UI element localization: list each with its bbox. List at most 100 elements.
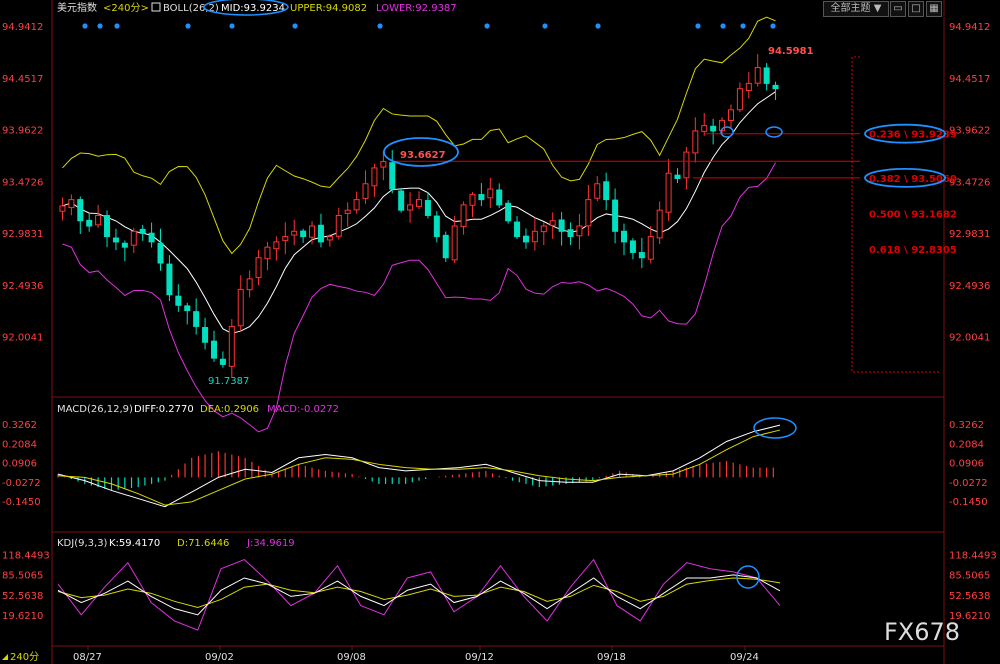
y-tick-label-right: 118.4493 — [949, 550, 997, 561]
x-tick-label: 09/02 — [205, 652, 234, 663]
candle-up — [59, 205, 66, 212]
candle-down — [603, 181, 610, 201]
candle-up — [665, 172, 672, 213]
minimize-icon[interactable]: ▭ — [890, 1, 906, 17]
candle-down — [193, 311, 200, 327]
candle-up — [416, 199, 422, 207]
x-tick-label: 09/08 — [337, 652, 366, 663]
y-tick-label-right: 94.4517 — [949, 74, 990, 85]
candle-down — [121, 242, 128, 248]
boll-lower-value: LOWER:92.9387 — [376, 3, 457, 14]
candle-down — [157, 242, 164, 264]
event-marker-icon — [720, 23, 726, 29]
event-marker-icon — [114, 23, 120, 29]
candle-up — [246, 278, 253, 291]
y-tick-label-right: 0.0906 — [949, 459, 984, 470]
candle-up — [745, 82, 752, 92]
svg-text:240分: 240分 — [10, 651, 39, 663]
x-tick-label: 09/24 — [730, 652, 759, 663]
y-tick-label-left: 93.9622 — [2, 126, 43, 137]
candle-down — [86, 219, 93, 227]
candle-up — [371, 167, 378, 187]
candle-up — [326, 236, 333, 241]
candle-down — [148, 232, 155, 243]
kdj-k-value: K:59.4170 — [109, 538, 160, 549]
candle-down — [621, 230, 628, 243]
candle-up — [576, 225, 583, 237]
macd-label: MACD(26,12,9) — [57, 404, 133, 415]
y-tick-label-left: 0.2084 — [2, 439, 37, 450]
candle-up — [647, 236, 654, 260]
y-tick-label-right: 0.2084 — [949, 439, 984, 450]
y-tick-label-left: 94.9412 — [2, 22, 43, 33]
candle-down — [77, 199, 84, 222]
event-marker-icon — [82, 23, 88, 29]
theme-dropdown[interactable]: 全部主题 ▼ — [823, 1, 889, 17]
candle-down — [317, 224, 324, 243]
maximize-icon[interactable]: □ — [908, 1, 924, 17]
y-tick-label-left: 94.4517 — [2, 74, 43, 85]
candle-down — [202, 327, 209, 343]
y-tick-label-left: 0.0906 — [2, 459, 37, 470]
candle-up — [549, 220, 556, 226]
event-marker-icon — [185, 23, 191, 29]
boll-toggle-icon[interactable] — [151, 2, 161, 12]
y-tick-label-left: 92.0041 — [2, 333, 43, 344]
y-tick-label-left: -0.0272 — [2, 478, 41, 489]
fib-level-label: 0.500 \ 93.1682 — [869, 210, 957, 221]
candle-down — [612, 199, 619, 232]
candle-up — [531, 230, 538, 243]
candle-down — [139, 228, 146, 234]
x-tick-label: 09/18 — [597, 652, 626, 663]
candle-up — [309, 225, 316, 238]
y-tick-label-right: -0.0272 — [949, 478, 988, 489]
event-marker-icon — [770, 23, 776, 29]
y-tick-label-left: 92.9831 — [2, 229, 43, 240]
x-tick-label: 09/12 — [465, 652, 494, 663]
candle-up — [683, 151, 690, 179]
candle-down — [442, 234, 449, 259]
candle-down — [772, 84, 779, 90]
candle-up — [291, 230, 298, 236]
y-tick-label-right: 94.9412 — [949, 22, 990, 33]
boll-label: BOLL(26,2) — [163, 3, 219, 14]
candle-up — [469, 193, 476, 206]
candle-down — [522, 235, 529, 243]
kdj-d-value: D:71.6446 — [177, 538, 229, 549]
candle-down — [398, 190, 405, 211]
candle-down — [638, 252, 645, 259]
candle-down — [478, 194, 485, 201]
y-tick-label-left: 118.4493 — [2, 550, 50, 561]
candle-up — [130, 230, 137, 246]
macd-value: MACD:-0.0272 — [267, 404, 339, 415]
layout-icon[interactable]: ▦ — [926, 1, 942, 17]
event-marker-icon — [292, 23, 298, 29]
candle-down — [175, 295, 182, 306]
y-tick-label-left: 52.5638 — [2, 591, 43, 602]
fib-level-label: 0.618 \ 92.8305 — [869, 245, 957, 256]
candle-down — [184, 305, 191, 312]
candle-down — [558, 219, 565, 232]
macd-diff-value: DIFF:0.2770 — [134, 404, 194, 415]
candle-down — [763, 67, 770, 84]
y-tick-label-right: -0.1450 — [949, 497, 988, 508]
candle-down — [674, 174, 681, 179]
annotation-high: 94.5981 — [768, 46, 814, 57]
kdj-d-line — [57, 577, 781, 608]
candle-down — [514, 221, 521, 238]
y-tick-label-left: 19.6210 — [2, 611, 43, 622]
candle-up — [754, 67, 761, 84]
candle-up — [380, 161, 387, 168]
candle-down — [629, 240, 636, 253]
annotation-swing-high: 93.6627 — [400, 150, 446, 161]
event-marker-icon — [377, 23, 383, 29]
macd-dea-line — [57, 429, 781, 506]
price-chart[interactable]: 美元指数 <240分> BOLL(26,2) MID:93.9234 UPPER… — [0, 0, 1000, 664]
watermark: FX678 — [884, 618, 960, 646]
symbol-label: 美元指数 — [57, 1, 97, 14]
candle-down — [389, 162, 396, 190]
period-badge: 240分 — [2, 651, 39, 663]
candle-up — [282, 236, 289, 241]
candle-down — [210, 340, 217, 359]
candle-down — [300, 230, 307, 238]
